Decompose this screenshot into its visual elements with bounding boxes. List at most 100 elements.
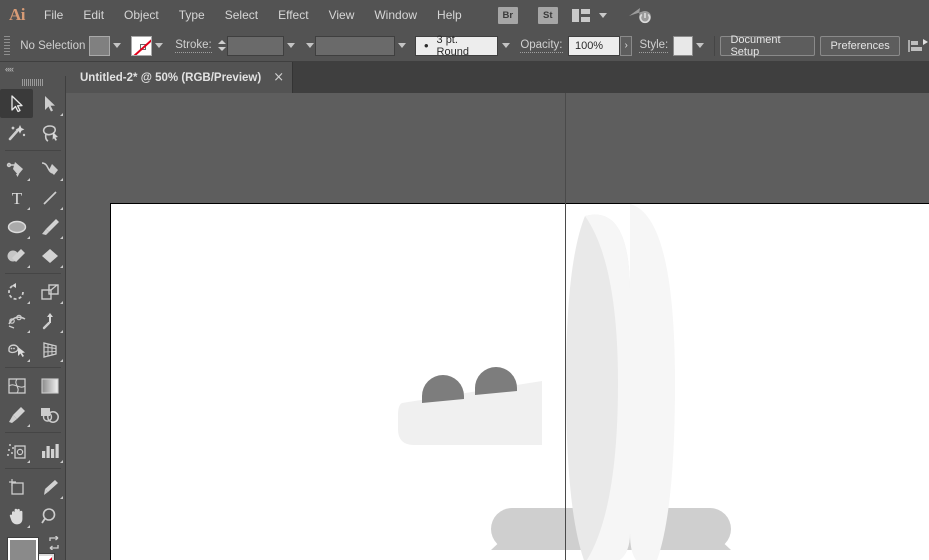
opacity-more-button[interactable]: ›	[620, 35, 633, 56]
menu-item-help[interactable]: Help	[427, 0, 472, 30]
toolbar-row	[0, 118, 66, 147]
opacity-label: Opacity:	[520, 38, 563, 53]
menu-item-view[interactable]: View	[319, 0, 365, 30]
swap-fill-stroke-icon[interactable]	[47, 535, 61, 551]
width-tool[interactable]	[0, 306, 33, 335]
tool-flyout-indicator-icon	[60, 207, 63, 210]
illustrator-window: Ai File Edit Object Type Select Effect V…	[0, 0, 929, 560]
scale-tool[interactable]	[33, 277, 66, 306]
gradient-tool[interactable]	[33, 371, 66, 400]
tool-flyout-indicator-icon	[27, 236, 30, 239]
magic-wand-tool[interactable]	[0, 118, 33, 147]
stroke-weight-chevron-down-icon[interactable]	[284, 36, 299, 56]
hand-tool[interactable]	[0, 501, 33, 530]
toolbar-row: T	[0, 183, 66, 212]
tool-flyout-indicator-icon	[27, 265, 30, 268]
tool-flyout-indicator-icon	[27, 178, 30, 181]
ellipse-tool[interactable]	[0, 212, 33, 241]
toolbar-divider	[4, 432, 61, 433]
paintbrush-tool[interactable]	[33, 212, 66, 241]
brush-dot-icon: •	[423, 38, 429, 53]
menu-bar-right-group: Br St	[488, 5, 653, 25]
brush-definition-select[interactable]: • 3 pt. Round	[414, 33, 499, 58]
toolbar-row	[0, 335, 66, 364]
direct-selection-tool[interactable]	[33, 89, 66, 118]
stroke-profile-chevron-down-icon[interactable]	[395, 36, 410, 56]
selection-tool[interactable]	[0, 89, 33, 118]
style-chevron-down-icon[interactable]	[693, 36, 708, 56]
app-logo-icon: Ai	[9, 5, 26, 24]
opacity-input[interactable]: 100%	[567, 35, 621, 56]
stroke-weight-input[interactable]	[227, 35, 284, 56]
stroke-profile-input[interactable]	[314, 35, 395, 56]
artboard-tool[interactable]	[0, 472, 33, 501]
stock-launch-button[interactable]: St	[537, 6, 558, 24]
workspace-switcher[interactable]	[571, 8, 607, 22]
airplane-illustration[interactable]	[66, 93, 929, 560]
eraser-tool[interactable]	[33, 241, 66, 270]
tool-flyout-indicator-icon	[27, 330, 30, 333]
toolbar-header: ««	[0, 62, 66, 76]
shaper-pencil-tool[interactable]	[0, 241, 33, 270]
brush-definition-label: 3 pt. Round	[436, 33, 469, 58]
eyedropper-tool[interactable]	[0, 400, 33, 429]
preferences-button[interactable]: Preferences	[820, 35, 900, 56]
type-tool[interactable]: T	[0, 183, 33, 212]
align-objects-icon[interactable]	[907, 36, 929, 56]
fill-color-swatch[interactable]	[89, 35, 110, 56]
toolbar-row	[0, 400, 66, 429]
zoom-tool[interactable]	[33, 501, 66, 530]
mesh-tool[interactable]	[0, 371, 33, 400]
tool-flyout-indicator-icon	[27, 525, 30, 528]
tool-flyout-indicator-icon	[60, 301, 63, 304]
control-bar-divider	[713, 35, 715, 56]
canvas-area[interactable]	[66, 93, 929, 560]
pen-tool[interactable]	[0, 154, 33, 183]
graphic-style-swatch[interactable]	[672, 35, 693, 56]
menu-bar: Ai File Edit Object Type Select Effect V…	[0, 0, 929, 30]
shape-builder-tool[interactable]	[0, 335, 33, 364]
toolbar-row	[0, 89, 66, 118]
stroke-dropdown-chevron-down-icon[interactable]	[152, 36, 167, 56]
document-setup-button[interactable]: Document Setup	[720, 34, 815, 58]
panel-grip-icon[interactable]	[3, 35, 11, 57]
menu-item-file[interactable]: File	[34, 0, 73, 30]
toolbar-row	[0, 306, 66, 335]
menu-item-window[interactable]: Window	[364, 0, 427, 30]
tool-flyout-indicator-icon	[60, 330, 63, 333]
creative-cloud-icon[interactable]	[627, 5, 653, 25]
menu-item-type[interactable]: Type	[169, 0, 215, 30]
stroke-weight-stepper[interactable]	[217, 36, 227, 56]
tool-flyout-indicator-icon	[27, 301, 30, 304]
menu-item-select[interactable]: Select	[215, 0, 268, 30]
toolbar-row	[0, 277, 66, 306]
curvature-tool[interactable]	[33, 154, 66, 183]
free-transform-tool[interactable]	[33, 306, 66, 335]
rotate-tool[interactable]	[0, 277, 33, 306]
document-tab-bar: Untitled-2* @ 50% (RGB/Preview) ×	[0, 62, 929, 93]
brush-chevron-down-icon[interactable]	[498, 36, 513, 56]
line-segment-tool[interactable]	[33, 183, 66, 212]
close-icon[interactable]: ×	[273, 71, 284, 84]
tool-flyout-indicator-icon	[60, 359, 63, 362]
document-tab[interactable]: Untitled-2* @ 50% (RGB/Preview) ×	[66, 62, 294, 93]
toolbar-fill-swatch[interactable]	[8, 538, 38, 560]
toolbar-grip-icon[interactable]	[0, 76, 65, 89]
symbol-sprayer-tool[interactable]	[0, 436, 33, 465]
column-graph-tool[interactable]	[33, 436, 66, 465]
toolbar-row	[0, 241, 66, 270]
bridge-launch-button[interactable]: Br	[497, 6, 518, 24]
perspective-grid-tool[interactable]	[33, 335, 66, 364]
chevron-down-icon	[598, 12, 607, 18]
tool-flyout-indicator-icon	[27, 424, 30, 427]
slice-tool[interactable]	[33, 472, 66, 501]
menu-item-edit[interactable]: Edit	[73, 0, 114, 30]
menu-item-effect[interactable]: Effect	[268, 0, 318, 30]
lasso-tool[interactable]	[33, 118, 66, 147]
menu-item-object[interactable]: Object	[114, 0, 169, 30]
collapse-panel-icon[interactable]: ««	[5, 64, 14, 74]
artboard[interactable]	[110, 203, 929, 560]
stroke-color-swatch[interactable]	[131, 35, 152, 56]
blend-tool[interactable]	[33, 400, 66, 429]
fill-dropdown-chevron-down-icon[interactable]	[110, 36, 125, 56]
